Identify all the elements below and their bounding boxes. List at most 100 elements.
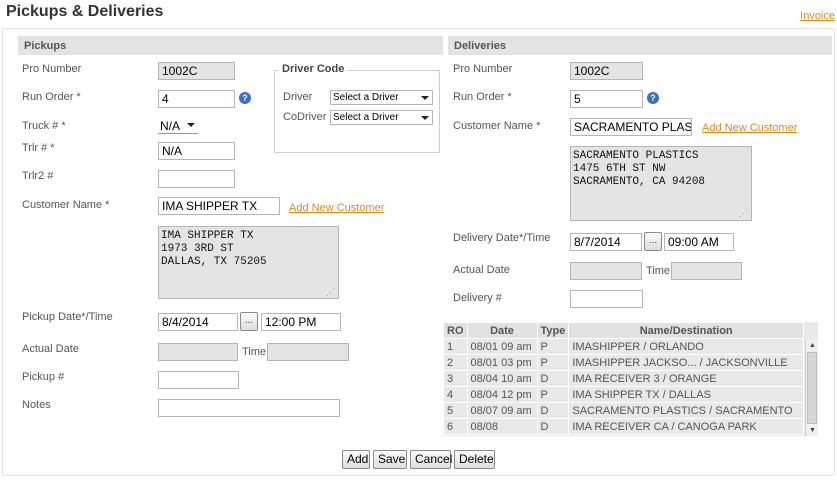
deliveries-header: Deliveries <box>448 36 832 55</box>
resize-grip-icon[interactable]: ⋰ <box>326 287 335 298</box>
pickup-actual-time-field[interactable] <box>267 343 349 361</box>
cell-type: P <box>536 354 570 371</box>
pickup-actual-date-label: Actual Date <box>22 343 79 355</box>
pickup-time-input[interactable]: 12:00 PM <box>261 313 341 331</box>
pickups-header: Pickups <box>18 36 443 55</box>
pickup-pro-number-field: 1002C <box>158 62 235 80</box>
stops-table: RO Date Type Name/Destination 1 08/01 09… <box>443 322 804 435</box>
column-header-ro[interactable]: RO <box>443 322 468 339</box>
table-row[interactable]: 3 08/04 10 am D IMA RECEIVER 3 / ORANGE <box>443 370 804 387</box>
pickup-datetime-label: Pickup Date*/Time <box>22 311 113 323</box>
add-button[interactable]: Add <box>342 450 370 469</box>
cell-name-destination: IMASHIPPER JACKSO... / JACKSONVILLE <box>568 354 804 371</box>
cell-type: D <box>536 418 570 435</box>
delivery-pro-number-field: 1002C <box>570 62 643 80</box>
table-header-row: RO Date Type Name/Destination <box>443 322 804 339</box>
delivery-customer-name-input[interactable]: SACRAMENTO PLASTI <box>570 118 692 136</box>
stops-table-container: RO Date Type Name/Destination 1 08/01 09… <box>443 322 818 436</box>
save-button[interactable]: Save <box>373 450 407 469</box>
pickup-run-order-input[interactable]: 4 <box>158 90 235 108</box>
cell-date: 08/04 10 am <box>466 370 538 387</box>
help-icon[interactable]: ? <box>647 92 659 104</box>
trlr2-input[interactable] <box>158 170 235 188</box>
delivery-number-input[interactable] <box>570 290 643 308</box>
truck-value: N/A <box>160 119 181 133</box>
truck-select[interactable]: N/A <box>158 118 198 134</box>
cell-name-destination: IMA SHIPPER TX / DALLAS <box>568 386 804 403</box>
delivery-actual-time-label: Time <box>646 265 671 277</box>
pickup-actual-date-field[interactable] <box>158 343 238 361</box>
delivery-date-input[interactable]: 8/7/2014 <box>570 233 642 251</box>
pickup-add-new-customer-link[interactable]: Add New Customer <box>289 202 384 214</box>
cell-name-destination: IMA RECEIVER CA / CANOGA PARK <box>568 418 804 435</box>
trlr2-label: Trlr2 # <box>22 170 54 182</box>
delivery-customer-name-label: Customer Name * <box>453 120 541 132</box>
table-row[interactable]: 2 08/01 03 pm P IMASHIPPER JACKSO... / J… <box>443 354 804 371</box>
table-row[interactable]: 6 08/08 D IMA RECEIVER CA / CANOGA PARK <box>443 418 804 435</box>
delivery-actual-date-field[interactable] <box>570 262 642 280</box>
pickup-actual-time-label: Time <box>242 346 267 358</box>
pickup-date-input[interactable]: 8/4/2014 <box>158 313 238 331</box>
pickup-pro-number-label: Pro Number <box>22 63 82 75</box>
cell-ro: 1 <box>443 338 468 355</box>
pickup-number-label: Pickup # <box>22 371 65 383</box>
delivery-actual-time-field[interactable] <box>671 262 742 280</box>
driver-code-legend: Driver Code <box>279 63 348 75</box>
column-header-name-destination[interactable]: Name/Destination <box>568 322 804 339</box>
driver-select[interactable]: Select a Driver <box>330 90 433 105</box>
trlr-label: Trlr # * <box>22 142 55 154</box>
delivery-actual-date-label: Actual Date <box>453 264 510 276</box>
table-row[interactable]: 4 08/04 12 pm P IMA SHIPPER TX / DALLAS <box>443 386 804 403</box>
delivery-pro-number-label: Pro Number <box>453 63 513 75</box>
cell-date: 08/08 <box>466 418 538 435</box>
column-header-date[interactable]: Date <box>466 322 538 339</box>
cell-date: 08/04 12 pm <box>466 386 538 403</box>
delivery-add-new-customer-link[interactable]: Add New Customer <box>702 122 797 134</box>
delivery-run-order-input[interactable]: 5 <box>570 90 643 108</box>
table-row[interactable]: 1 08/01 09 am P IMASHIPPER / ORLANDO <box>443 338 804 355</box>
delivery-address-textarea[interactable]: SACRAMENTO PLASTICS 1475 6TH ST NW SACRA… <box>570 146 752 221</box>
cell-ro: 4 <box>443 386 468 403</box>
delivery-number-label: Delivery # <box>453 292 502 304</box>
driver-label: Driver <box>283 91 313 103</box>
cell-name-destination: IMA RECEIVER 3 / ORANGE <box>568 370 804 387</box>
cell-type: D <box>536 402 570 419</box>
cell-type: P <box>536 338 570 355</box>
notes-label: Notes <box>22 399 51 411</box>
invoice-link[interactable]: Invoice <box>800 10 835 22</box>
cell-ro: 5 <box>443 402 468 419</box>
scroll-down-icon[interactable]: ▼ <box>809 427 816 434</box>
chevron-down-icon <box>421 116 429 120</box>
pickup-number-input[interactable] <box>158 371 239 389</box>
driver-select-value: Select a Driver <box>333 92 399 103</box>
table-row[interactable]: 5 08/07 09 am D SACRAMENTO PLASTICS / SA… <box>443 402 804 419</box>
codriver-select-value: Select a Driver <box>333 112 399 123</box>
cell-ro: 2 <box>443 354 468 371</box>
cancel-button[interactable]: Cancel <box>410 450 452 469</box>
codriver-label: CoDriver <box>283 111 327 123</box>
cell-type: P <box>536 386 570 403</box>
table-scrollbar[interactable]: ▲ ▼ <box>805 340 818 436</box>
column-header-type[interactable]: Type <box>536 322 570 339</box>
pickup-date-picker-button[interactable]: ... <box>240 312 258 331</box>
trlr-input[interactable]: N/A <box>158 142 235 160</box>
resize-grip-icon[interactable]: ⋰ <box>739 208 748 219</box>
delete-button[interactable]: Delete <box>454 450 495 469</box>
chevron-down-icon <box>421 96 429 100</box>
notes-input[interactable] <box>158 399 340 417</box>
pickup-address-textarea[interactable]: IMA SHIPPER TX 1973 3RD ST DALLAS, TX 75… <box>158 226 339 299</box>
truck-label: Truck # * <box>22 120 66 132</box>
scroll-up-icon[interactable]: ▲ <box>809 342 816 349</box>
scrollbar-thumb[interactable] <box>807 352 817 424</box>
pickup-customer-name-input[interactable]: IMA SHIPPER TX <box>158 197 280 215</box>
chevron-down-icon <box>187 123 195 127</box>
delivery-run-order-label: Run Order * <box>453 91 512 103</box>
delivery-datetime-label: Delivery Date*/Time <box>453 232 551 244</box>
cell-name-destination: SACRAMENTO PLASTICS / SACRAMENTO <box>568 402 804 419</box>
help-icon[interactable]: ? <box>239 92 251 104</box>
cell-name-destination: IMASHIPPER / ORLANDO <box>568 338 804 355</box>
codriver-select[interactable]: Select a Driver <box>330 110 433 125</box>
pickup-run-order-label: Run Order * <box>22 91 81 103</box>
delivery-time-input[interactable]: 09:00 AM <box>664 233 734 251</box>
delivery-date-picker-button[interactable]: ... <box>644 232 662 251</box>
